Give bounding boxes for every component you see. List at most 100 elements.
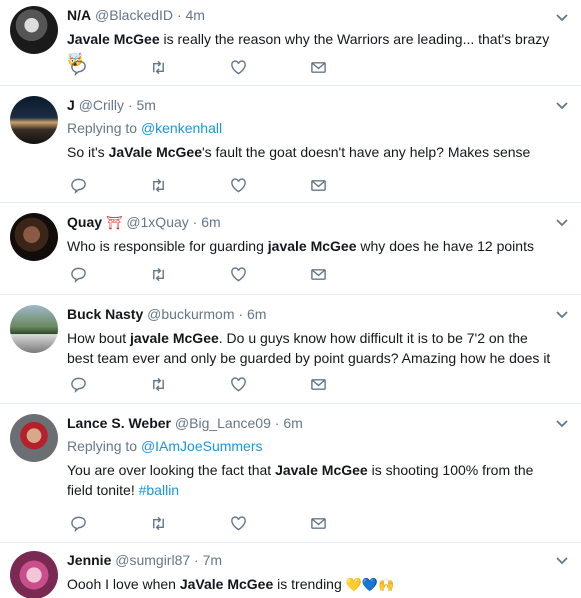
timestamp[interactable]: 6m	[283, 415, 302, 431]
replying-to: Replying to @IAmJoeSummers	[67, 438, 263, 454]
highlighted-keyword: javale McGee	[267, 238, 357, 254]
message-icon	[311, 378, 326, 390]
display-name[interactable]: Lance S. Weber	[67, 415, 171, 431]
tweet-text: So it's JaVale McGee's fault the goat do…	[67, 144, 531, 160]
chevron-down-icon[interactable]	[555, 307, 569, 321]
tweet-text: Oooh I love when JaVale McGee is trendin…	[67, 576, 395, 592]
username[interactable]: @1xQuay	[126, 214, 188, 230]
tweet-text: Who is responsible for guarding javale M…	[67, 238, 534, 254]
reply-button[interactable]	[70, 375, 150, 393]
message-button[interactable]	[310, 265, 390, 283]
highlighted-keyword: JaVale McGee	[179, 576, 274, 592]
tweet[interactable]: Jennie @sumgirl87 · 7m Oooh I love when …	[0, 543, 581, 598]
like-icon	[231, 177, 246, 192]
like-icon	[231, 266, 246, 281]
message-button[interactable]	[310, 58, 390, 76]
retweet-icon	[153, 377, 164, 391]
like-button[interactable]	[230, 176, 310, 194]
like-button[interactable]	[230, 514, 310, 532]
highlighted-keyword: javale McGee	[130, 330, 219, 346]
avatar[interactable]	[10, 6, 58, 54]
retweet-icon	[153, 516, 164, 530]
highlighted-keyword: Javale McGee	[67, 31, 160, 47]
display-name[interactable]: Quay	[67, 214, 102, 230]
username[interactable]: @Big_Lance09	[175, 415, 271, 431]
reply-icon	[71, 516, 86, 532]
emoji: 💛💙🙌	[345, 577, 395, 592]
tweet[interactable]: Lance S. Weber @Big_Lance09 · 6m Replyin…	[0, 404, 581, 543]
like-icon	[231, 515, 246, 530]
avatar[interactable]	[10, 551, 58, 598]
timestamp[interactable]: 6m	[201, 214, 220, 230]
username[interactable]: @Crilly	[79, 97, 124, 113]
tweet-text: How bout javale McGee. Do u guys know ho…	[67, 330, 551, 366]
avatar[interactable]	[10, 305, 58, 353]
like-button[interactable]	[230, 375, 310, 393]
like-button[interactable]	[230, 58, 310, 76]
retweet-button[interactable]	[150, 375, 230, 393]
timestamp[interactable]: 6m	[247, 306, 266, 322]
highlighted-keyword: Javale McGee	[275, 462, 368, 478]
chevron-down-icon[interactable]	[555, 98, 569, 112]
chevron-down-icon[interactable]	[555, 416, 569, 430]
retweet-icon	[153, 60, 164, 74]
username[interactable]: @sumgirl87	[115, 552, 190, 568]
message-button[interactable]	[310, 514, 390, 532]
tweet[interactable]: N/A @BlackedID · 4m Javale McGee is real…	[0, 0, 581, 86]
message-button[interactable]	[310, 375, 390, 393]
chevron-down-icon[interactable]	[555, 553, 569, 567]
reply-icon	[71, 267, 86, 283]
separator: ·	[238, 306, 244, 322]
tweet[interactable]: Quay ⛩ @1xQuay · 6m Who is responsible f…	[0, 203, 581, 295]
tweet[interactable]: J @Crilly · 5m Replying to @kenkenhall S…	[0, 86, 581, 203]
message-icon	[311, 268, 326, 280]
separator: ·	[274, 415, 280, 431]
retweet-icon	[153, 178, 164, 192]
like-icon	[231, 376, 246, 391]
message-button[interactable]	[310, 176, 390, 194]
message-icon	[311, 179, 326, 191]
reply-button[interactable]	[70, 265, 150, 283]
like-icon	[231, 59, 246, 74]
username[interactable]: @BlackedID	[95, 7, 173, 23]
shrine-icon: ⛩	[105, 215, 123, 230]
timestamp[interactable]: 5m	[136, 97, 155, 113]
timestamp[interactable]: 7m	[203, 552, 222, 568]
reply-button[interactable]	[70, 58, 150, 76]
reply-icon	[71, 377, 86, 393]
message-icon	[311, 61, 326, 73]
avatar[interactable]	[10, 414, 58, 462]
retweet-button[interactable]	[150, 176, 230, 194]
avatar[interactable]	[10, 213, 58, 261]
separator: ·	[176, 7, 182, 23]
avatar[interactable]	[10, 96, 58, 144]
tweet-feed: N/A @BlackedID · 4m Javale McGee is real…	[0, 0, 581, 598]
like-button[interactable]	[230, 265, 310, 283]
display-name[interactable]: J	[67, 97, 75, 113]
display-name[interactable]: N/A	[67, 7, 91, 23]
tweet[interactable]: Buck Nasty @buckurmom · 6m How bout java…	[0, 295, 581, 404]
retweet-button[interactable]	[150, 58, 230, 76]
message-icon	[311, 517, 326, 529]
timestamp[interactable]: 4m	[186, 7, 205, 23]
chevron-down-icon[interactable]	[555, 215, 569, 229]
reply-icon	[71, 60, 86, 76]
display-name[interactable]: Jennie	[67, 552, 111, 568]
hashtag-link[interactable]: #ballin	[139, 482, 179, 498]
display-name[interactable]: Buck Nasty	[67, 306, 143, 322]
separator: ·	[194, 552, 199, 568]
retweet-icon	[153, 267, 164, 281]
reply-button[interactable]	[70, 514, 150, 532]
reply-button[interactable]	[70, 176, 150, 194]
highlighted-keyword: JaVale McGee	[108, 144, 202, 160]
retweet-button[interactable]	[150, 514, 230, 532]
separator: ·	[127, 97, 133, 113]
mention-link[interactable]: @IAmJoeSummers	[141, 438, 263, 454]
retweet-button[interactable]	[150, 265, 230, 283]
username[interactable]: @buckurmom	[147, 306, 234, 322]
reply-icon	[71, 178, 86, 194]
mention-link[interactable]: @kenkenhall	[141, 120, 222, 136]
tweet-text: You are over looking the fact that Javal…	[67, 462, 534, 498]
chevron-down-icon[interactable]	[555, 10, 569, 24]
separator: ·	[192, 214, 198, 230]
